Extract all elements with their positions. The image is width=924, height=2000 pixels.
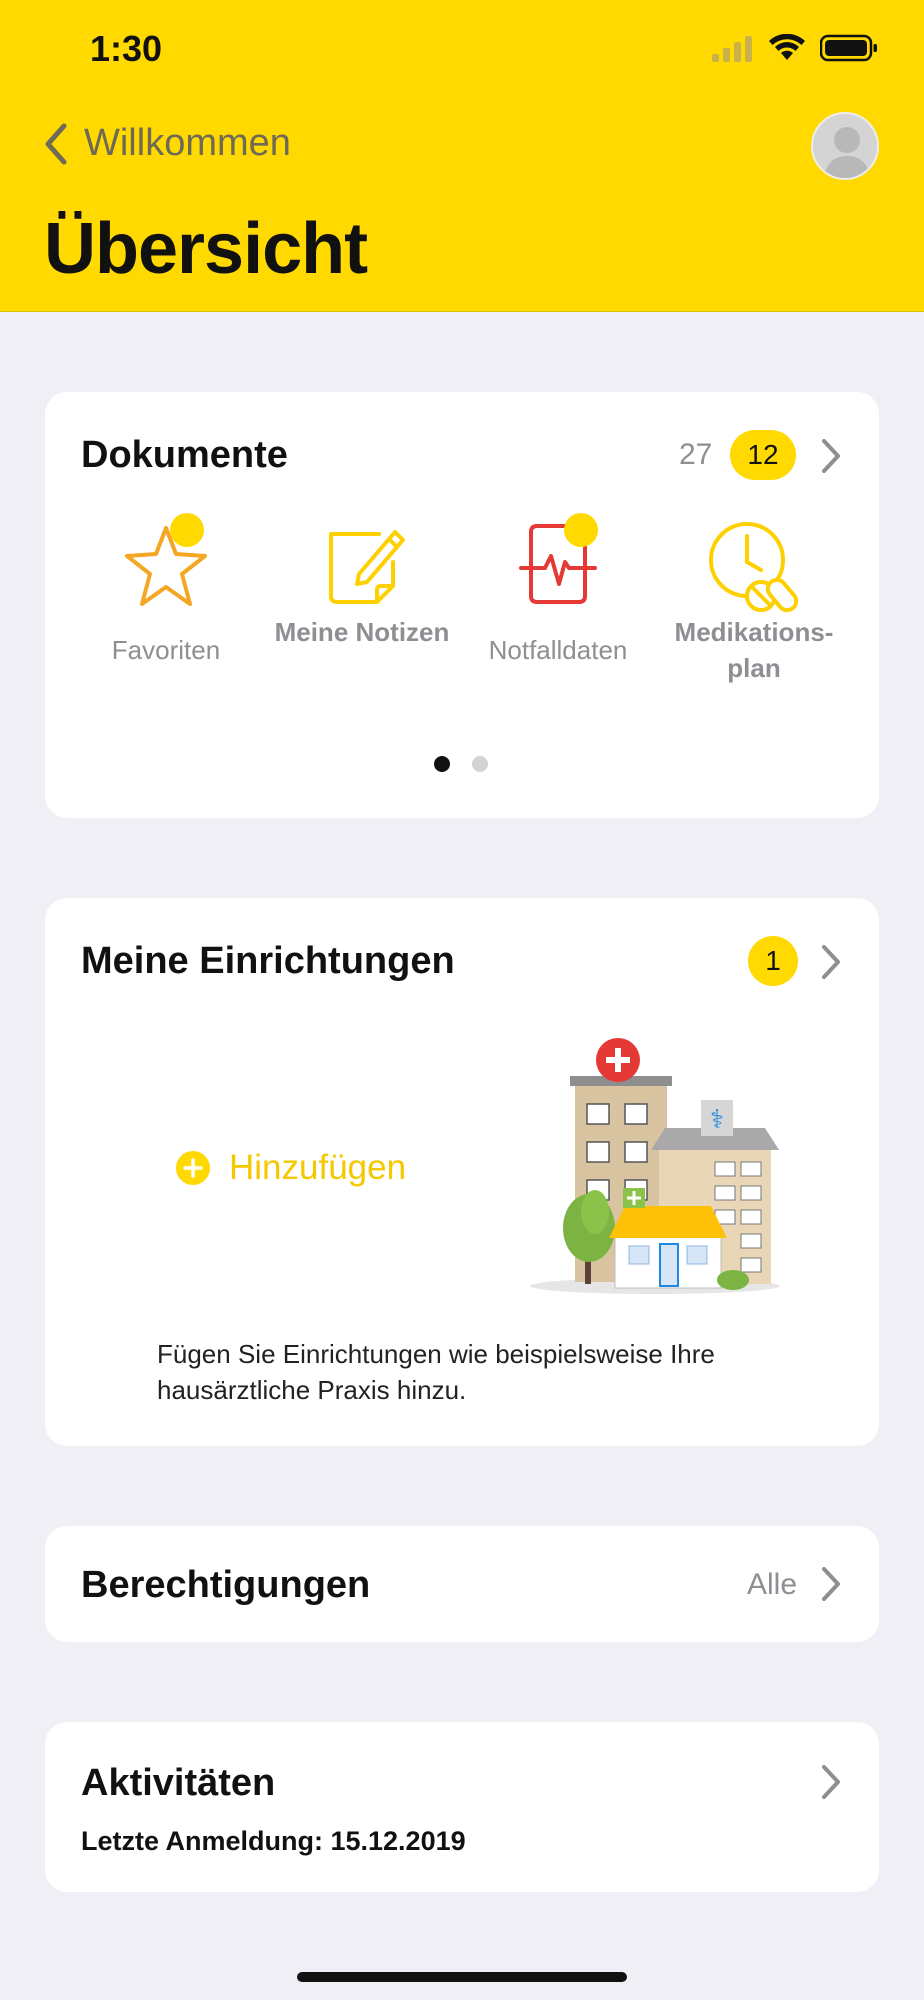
documents-title: Dokumente [81,434,288,476]
chevron-right-icon[interactable] [820,438,842,474]
doc-item-favorites[interactable]: Favoriten [71,512,261,672]
documents-card: Dokumente 27 12 Favoriten Meine Notizen … [45,392,879,818]
add-facility-label: Hinzufügen [229,1148,407,1187]
page-title: Übersicht [44,209,368,289]
signal-icon [712,36,752,62]
doc-label-notes: Meine Notizen [274,617,450,647]
doc-label-medication: Medikations-plan [674,617,834,683]
facilities-card: Meine Einrichtungen 1 Hinzufügen ⚕ Fügen… [45,898,879,1446]
page-dot-active[interactable] [434,756,450,772]
chevron-right-icon[interactable] [820,1566,842,1602]
status-icons [712,34,878,62]
documents-count: 27 [679,438,713,471]
doc-label-favorites: Favoriten [111,635,221,665]
star-icon [125,513,207,606]
back-label: Willkommen [84,122,291,164]
user-silhouette-icon [813,114,877,178]
battery-icon [820,34,877,62]
buildings-illustration: ⚕ [530,1038,780,1294]
doc-item-emergency[interactable]: Notfalldaten [463,512,653,672]
doc-label-emergency: Notfalldaten [488,635,628,665]
last-login-text: Letzte Anmeldung: 15.12.2019 [81,1826,466,1856]
permissions-card[interactable]: Berechtigungen Alle [45,1526,879,1642]
doc-item-medication[interactable]: Medikations-plan [659,512,849,683]
chevron-right-icon[interactable] [820,1764,842,1800]
doc-item-notes[interactable]: Meine Notizen [267,512,457,672]
header: 1:30 Willkommen Übersicht [0,0,924,312]
avatar[interactable] [811,112,879,180]
activities-card[interactable]: Aktivitäten Letzte Anmeldung: 15.12.2019 [45,1722,879,1892]
svg-text:⚕: ⚕ [710,1105,724,1135]
chevron-right-icon[interactable] [820,944,842,980]
chevron-left-icon [45,123,67,164]
note-pencil-icon [329,530,405,604]
permissions-title: Berechtigungen [81,1564,371,1606]
emergency-ecg-icon [519,513,598,604]
status-time: 1:30 [90,28,163,69]
home-indicator[interactable] [297,1972,627,1982]
page-dot-inactive[interactable] [472,756,488,772]
facilities-badge: 1 [748,936,798,986]
plus-circle-icon [176,1151,210,1185]
permissions-value: Alle [747,1568,798,1601]
back-button[interactable]: Willkommen [44,122,291,165]
clock-pills-icon [709,522,799,613]
add-facility-button[interactable]: Hinzufügen [175,1148,406,1188]
wifi-icon [769,34,805,60]
documents-badge: 12 [730,430,796,480]
activities-title: Aktivitäten [81,1762,276,1804]
facilities-description: Fügen Sie Einrichtungen wie beispielswei… [157,1339,715,1405]
facilities-title: Meine Einrichtungen [81,940,455,982]
